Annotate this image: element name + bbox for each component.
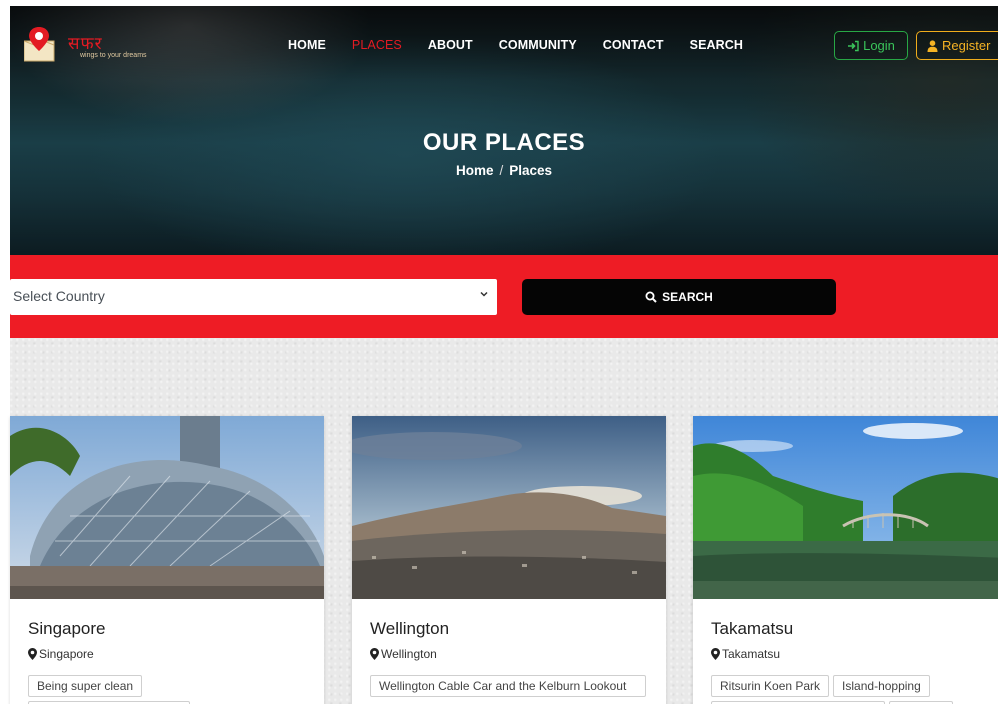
place-location-text: Wellington xyxy=(381,647,437,661)
place-image-singapore[interactable] xyxy=(10,416,324,599)
breadcrumb-home[interactable]: Home xyxy=(456,163,494,178)
nav-home[interactable]: HOME xyxy=(288,38,326,52)
sign-in-icon xyxy=(848,40,859,51)
search-icon xyxy=(645,291,657,303)
places-section: Singapore Singapore Being super clean We… xyxy=(10,338,998,704)
place-image-takamatsu[interactable] xyxy=(693,416,998,599)
map-marker-icon xyxy=(711,648,720,660)
map-marker-icon xyxy=(28,648,37,660)
place-card-singapore[interactable]: Singapore Singapore Being super clean xyxy=(10,416,324,704)
country-select-value: Select Country xyxy=(13,288,105,304)
place-title[interactable]: Takamatsu xyxy=(711,619,793,639)
logo-tagline: wings to your dreams xyxy=(80,52,147,59)
search-bar: Select Country SEARCH xyxy=(10,255,998,338)
breadcrumb-separator: / xyxy=(499,163,504,178)
search-button-label: SEARCH xyxy=(662,290,713,304)
place-location: Takamatsu xyxy=(711,647,780,661)
login-label: Login xyxy=(863,38,895,53)
place-card-wellington[interactable]: Wellington Wellington Wellington Cable C… xyxy=(352,416,666,704)
place-image-wellington[interactable] xyxy=(352,416,666,599)
user-icon xyxy=(927,39,938,52)
page-title: OUR PLACES xyxy=(422,129,586,156)
place-tags: Being super clean xyxy=(28,675,308,704)
login-button[interactable]: Login xyxy=(834,31,908,60)
breadcrumb-places: Places xyxy=(509,163,553,178)
place-location: Wellington xyxy=(370,647,437,661)
search-button[interactable]: SEARCH xyxy=(522,279,836,315)
nav-contact[interactable]: CONTACT xyxy=(603,38,664,52)
nav-search[interactable]: SEARCH xyxy=(690,38,743,52)
place-tags: Wellington Cable Car and the Kelburn Loo… xyxy=(370,675,650,701)
chevron-down-icon xyxy=(480,291,488,297)
register-label: Register xyxy=(942,38,991,53)
hero-banner: सफर wings to your dreams HOME PLACES ABO… xyxy=(10,6,998,255)
nav-places[interactable]: PLACES xyxy=(352,38,402,52)
nav-about[interactable]: ABOUT xyxy=(428,38,473,52)
brand-logo[interactable]: सफर wings to your dreams xyxy=(24,25,174,65)
nav-community[interactable]: COMMUNITY xyxy=(499,38,577,52)
place-location-text: Takamatsu xyxy=(722,647,781,661)
breadcrumb: Home / Places xyxy=(10,163,998,178)
place-tag[interactable]: Island-hopping xyxy=(833,675,930,697)
navbar: सफर wings to your dreams HOME PLACES ABO… xyxy=(10,6,998,84)
main-nav: HOME PLACES ABOUT COMMUNITY CONTACT SEAR… xyxy=(288,38,769,52)
place-card-takamatsu[interactable]: Takamatsu Takamatsu Ritsurin Koen Park Is… xyxy=(693,416,998,704)
map-marker-icon xyxy=(370,648,379,660)
place-tag[interactable]: Being super clean xyxy=(28,675,143,697)
register-button[interactable]: Register xyxy=(916,31,998,60)
place-tag[interactable]: Wellington Cable Car and the Kelburn Loo… xyxy=(370,675,646,697)
place-title[interactable]: Wellington xyxy=(370,619,449,639)
place-location: Singapore xyxy=(28,647,94,661)
map-pin-logo-icon xyxy=(24,27,55,62)
place-tag[interactable]: Ritsurin Koen Park xyxy=(711,675,830,697)
place-tags: Ritsurin Koen Park Island-hopping xyxy=(711,675,991,704)
place-title[interactable]: Singapore xyxy=(28,619,106,639)
logo-text: सफर xyxy=(68,34,103,54)
place-location-text: Singapore xyxy=(39,647,94,661)
country-select[interactable]: Select Country xyxy=(10,279,497,315)
